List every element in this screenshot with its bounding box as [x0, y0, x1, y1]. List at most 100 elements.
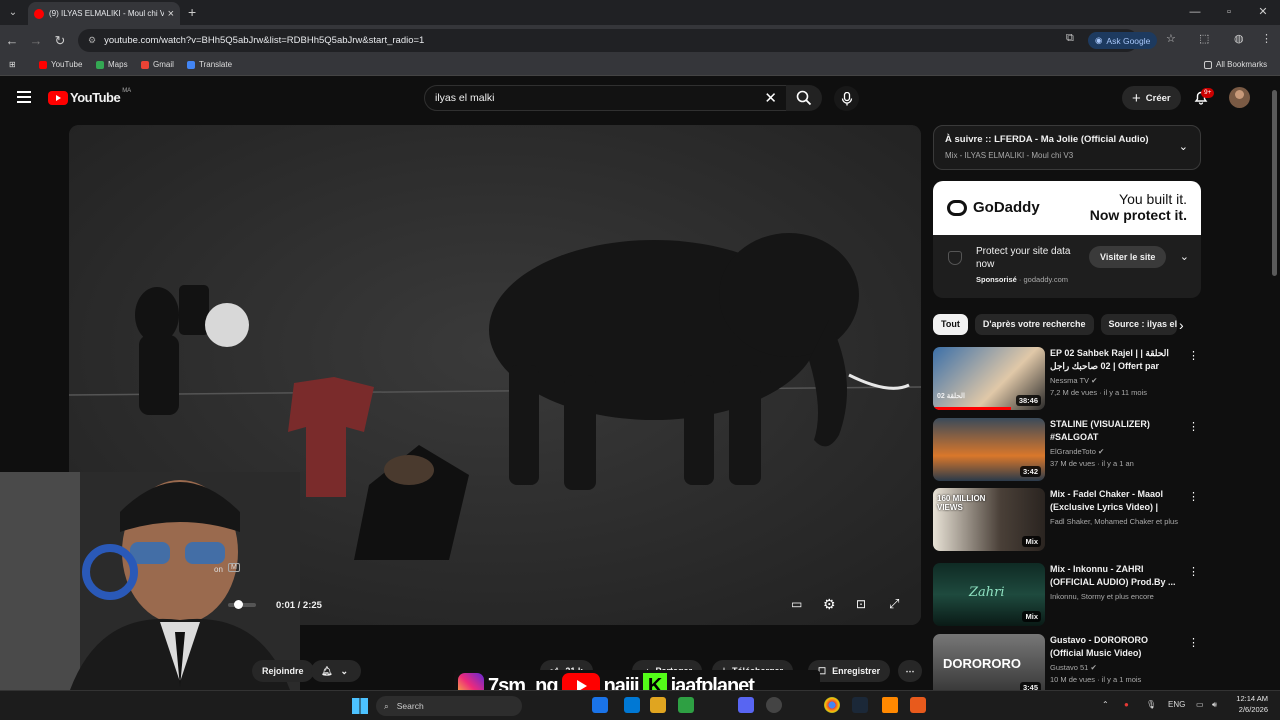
recommendation-item[interactable]: DORORORO 3:45 Gustavo - DORORORO (Offici… [933, 634, 1201, 690]
url-field[interactable]: ⚙ youtube.com/watch?v=BHh5Q5abJrw&list=R… [78, 29, 1138, 52]
minimize-icon[interactable]: — [1178, 0, 1212, 25]
tray-mic-icon[interactable]: 🎙︎ [1146, 700, 1156, 709]
video-thumbnail[interactable]: Zahri Mix [933, 563, 1045, 626]
youtube-logo[interactable]: YouTube MA [48, 88, 131, 105]
more-options-icon[interactable]: ⋮ [1188, 420, 1199, 433]
tab-close-icon[interactable]: × [168, 8, 174, 20]
ad-card[interactable]: GoDaddy You built it. Now protect it. Pro… [933, 181, 1201, 298]
vlc-icon[interactable] [882, 697, 898, 713]
chip-source[interactable]: Source : ilyas el [1100, 314, 1177, 335]
reload-icon[interactable]: ↻ [48, 33, 72, 49]
browser-tab[interactable]: (9) ILYAS ELMALIKI - Moul chi V × [28, 2, 180, 25]
taskbar-search[interactable]: ⌕ Search [376, 696, 522, 716]
edge-icon[interactable] [592, 697, 608, 713]
ad-banner[interactable]: GoDaddy You built it. Now protect it. [933, 181, 1201, 235]
volume-knob[interactable] [234, 600, 243, 609]
new-tab-icon[interactable]: + [188, 4, 196, 20]
restore-icon[interactable]: ▫ [1212, 0, 1246, 25]
bookmark-translate[interactable]: Translate [187, 60, 232, 69]
thumbnail-text: Zahri [969, 585, 1005, 600]
video-title[interactable]: Mix - Fadel Chaker - Maaol (Exclusive Ly… [1050, 488, 1178, 514]
tray-app-icon[interactable]: ● [1124, 700, 1129, 709]
search-button[interactable] [786, 85, 822, 111]
app-orange-icon[interactable] [910, 697, 926, 713]
language-indicator[interactable]: ENG [1168, 700, 1185, 709]
thumbnail-text: الحلقة 02 [937, 393, 965, 400]
steam-client-icon[interactable] [852, 697, 868, 713]
visit-site-button[interactable]: Visiter le site [1089, 246, 1167, 268]
video-title[interactable]: EP 02 Sahbek Rajel | | الحلقة 02 صاحبك ر… [1050, 347, 1178, 373]
more-options-icon[interactable]: ⋮ [1188, 349, 1199, 362]
tray-chevron-icon[interactable]: ⌃ [1102, 700, 1109, 709]
tab-search-icon[interactable]: ⌄ [4, 4, 22, 22]
more-options-icon[interactable]: ⋮ [1188, 565, 1199, 578]
video-title[interactable]: Mix - Inkonnu - ZAHRI (OFFICIAL AUDIO) P… [1050, 563, 1178, 589]
all-bookmarks[interactable]: All Bookmarks [1204, 60, 1267, 69]
recommendation-item[interactable]: الحلقة 02 38:46 EP 02 Sahbek Rajel | | ا… [933, 347, 1201, 411]
video-duration: 38:46 [1015, 395, 1041, 406]
network-icon[interactable]: ▭ [1196, 700, 1204, 709]
theater-mode-icon[interactable]: ⊡ [856, 597, 874, 613]
site-info-icon[interactable]: ⚙ [88, 35, 96, 46]
install-app-icon[interactable]: ⧉ [1066, 32, 1074, 45]
chevron-right-icon[interactable]: › [1179, 317, 1184, 333]
search-input[interactable]: ilyas el malki ✕ [424, 85, 788, 111]
save-button[interactable]: ☐ Enregistrer [808, 660, 891, 682]
more-options-icon[interactable]: ⋮ [1188, 490, 1199, 503]
clear-search-icon[interactable]: ✕ [764, 89, 777, 107]
fullscreen-icon[interactable]: ⤢ [889, 596, 907, 612]
video-thumbnail[interactable]: الحلقة 02 38:46 [933, 347, 1045, 410]
subscribe-bell-button[interactable]: 🔔︎ ⌄ [311, 660, 361, 682]
forward-icon[interactable]: → [24, 33, 48, 48]
profile-icon[interactable]: ◍ [1234, 32, 1244, 45]
page-scrollbar[interactable] [1272, 90, 1277, 276]
video-thumbnail[interactable]: 3:42 [933, 418, 1045, 481]
discord-icon[interactable] [738, 697, 754, 713]
chip-all[interactable]: Tout [933, 314, 968, 335]
bookmark-star-icon[interactable]: ☆ [1166, 32, 1176, 45]
video-thumbnail[interactable]: DORORORO 3:45 [933, 634, 1045, 690]
more-options-icon[interactable]: ⋮ [1188, 636, 1199, 649]
recommendation-item[interactable]: Zahri Mix Mix - Inkonnu - ZAHRI (OFFICIA… [933, 563, 1201, 627]
chevron-down-icon[interactable]: ⌄ [1179, 140, 1188, 153]
video-title[interactable]: Gustavo - DORORORO (Official Music Video… [1050, 634, 1178, 660]
bookmark-youtube[interactable]: YouTube [39, 60, 82, 69]
recommendation-item[interactable]: 160 MILLION VIEWS Mix Mix - Fadel Chaker… [933, 488, 1201, 552]
join-button[interactable]: Rejoindre [252, 660, 314, 682]
volume-slider[interactable] [228, 600, 256, 609]
bookmark-gmail[interactable]: Gmail [141, 60, 174, 69]
bookmark-maps[interactable]: Maps [96, 60, 128, 69]
menu-icon[interactable] [17, 91, 31, 103]
extensions-icon[interactable]: ⬚ [1199, 32, 1209, 45]
windows-start-icon[interactable] [352, 698, 368, 714]
steam-icon[interactable] [624, 697, 640, 713]
channel-name[interactable]: Fadl Shaker, Mohamed Chaker et plus en..… [1050, 517, 1178, 526]
account-avatar[interactable] [1229, 87, 1250, 108]
close-window-icon[interactable]: ✕ [1246, 0, 1280, 25]
back-icon[interactable]: ← [0, 33, 24, 48]
system-clock[interactable]: 12:14 AM 2/6/2026 [1228, 693, 1268, 715]
channel-line[interactable]: ElGrandeToto ✔ [1050, 447, 1178, 456]
create-button[interactable]: + Créer [1122, 86, 1181, 110]
app-icon[interactable] [678, 697, 694, 713]
channel-line[interactable]: Nessma TV ✔ [1050, 376, 1178, 385]
up-next-panel[interactable]: À suivre :: LFERDA - Ma Jolie (Official … [933, 125, 1201, 170]
chevron-down-icon[interactable]: ⌄ [1180, 250, 1189, 263]
chip-search-related[interactable]: D'après votre recherche [974, 314, 1094, 335]
obs-icon[interactable] [766, 697, 782, 713]
more-actions-button[interactable]: ⋯ [898, 660, 922, 682]
browser-menu-icon[interactable]: ⋮ [1261, 32, 1272, 45]
channel-name[interactable]: Inkonnu, Stormy et plus encore [1050, 592, 1178, 601]
chrome-icon[interactable] [824, 697, 840, 713]
settings-gear-icon[interactable]: ⚙ [823, 596, 841, 612]
video-thumbnail[interactable]: 160 MILLION VIEWS Mix [933, 488, 1045, 551]
video-title[interactable]: STALINE (VISUALIZER) #SALGOAT [1050, 418, 1178, 444]
ask-google-button[interactable]: ◉ Ask Google [1088, 32, 1158, 49]
recommendation-item[interactable]: 3:42 STALINE (VISUALIZER) #SALGOAT ElGra… [933, 418, 1201, 482]
volume-icon[interactable]: 🔊︎ [1212, 700, 1217, 710]
file-explorer-icon[interactable] [650, 697, 666, 713]
voice-search-button[interactable] [834, 86, 859, 111]
subtitles-icon[interactable]: ▭ [791, 597, 809, 613]
apps-icon[interactable]: ⊞ [9, 60, 16, 69]
channel-line[interactable]: Gustavo 51 ✔ [1050, 663, 1178, 672]
